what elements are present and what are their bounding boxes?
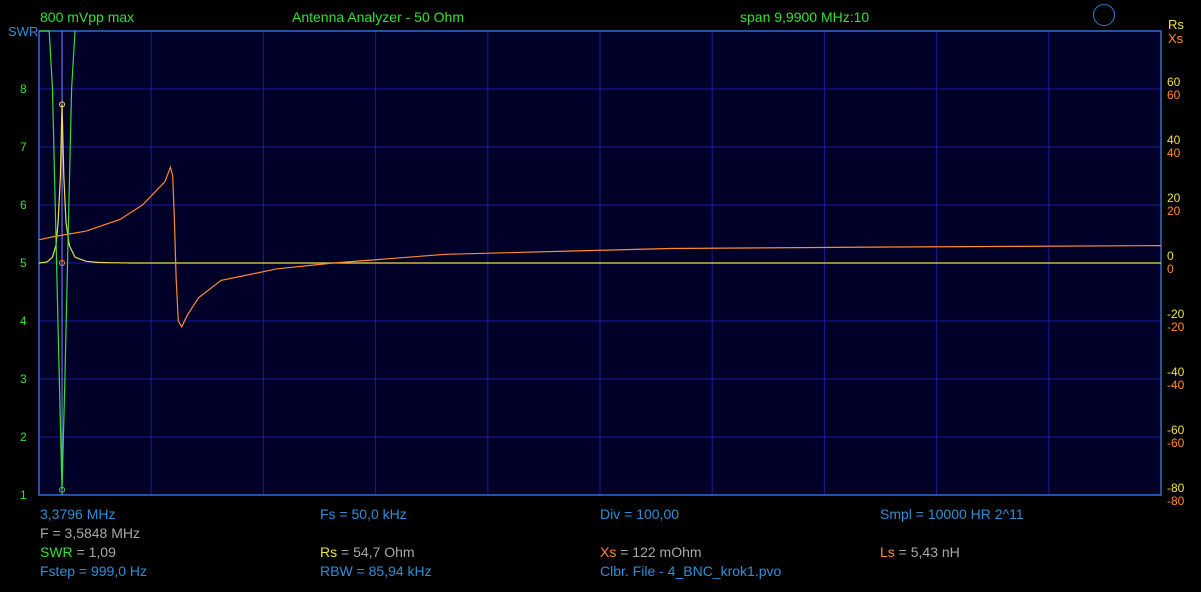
rs-tick-label: 0 [1167, 249, 1174, 263]
rs-tick-label: 60 [1167, 75, 1181, 89]
fstep-readout: Fstep = 999,0 Hz [40, 563, 148, 579]
rs-tick-label: -80 [1167, 481, 1185, 495]
swr-axis-title: SWR [8, 24, 39, 39]
rs-axis-title: Rs [1168, 17, 1184, 32]
swr-readout: SWR = 1,09 [40, 544, 116, 560]
xs-tick-label: -40 [1167, 378, 1185, 392]
xs-tick-label: -20 [1167, 320, 1185, 334]
swr-tick-label: 7 [20, 140, 27, 154]
analyzer-plot [38, 30, 1162, 496]
swr-tick-label: 1 [20, 488, 27, 502]
xs-readout: Xs = 122 mOhm [600, 544, 702, 560]
swr-tick-label: 2 [20, 430, 27, 444]
ls-readout: Ls = 5,43 nH [880, 544, 960, 560]
circle-icon[interactable] [1093, 4, 1115, 26]
xs-tick-label: 60 [1167, 88, 1181, 102]
fs-readout: Fs = 50,0 kHz [320, 506, 407, 522]
rs-tick-label: -20 [1167, 307, 1185, 321]
plot-title: Antenna Analyzer - 50 Ohm [292, 9, 464, 25]
xs-axis-title: Xs [1168, 31, 1184, 46]
xs-tick-label: 20 [1167, 204, 1181, 218]
swr-tick-label: 5 [20, 256, 27, 270]
amplitude-label: 800 mVpp max [40, 9, 135, 25]
rs-tick-label: -60 [1167, 423, 1185, 437]
xs-tick-label: 40 [1167, 146, 1181, 160]
smpl-readout: Smpl = 10000 HR 2^11 [880, 506, 1024, 522]
swr-tick-label: 8 [20, 82, 27, 96]
start-frequency: 3,3796 MHz [40, 506, 116, 522]
rs-tick-label: -40 [1167, 365, 1185, 379]
swr-tick-label: 4 [20, 314, 27, 328]
rs-tick-label: 40 [1167, 133, 1181, 147]
span-label: span 9,9900 MHz:10 [740, 9, 870, 25]
swr-tick-label: 3 [20, 372, 27, 386]
rs-tick-label: 20 [1167, 191, 1181, 205]
marker-frequency: F = 3,5848 MHz [40, 525, 140, 541]
xs-tick-label: 0 [1167, 262, 1174, 276]
calibration-file: Clbr. File - 4_BNC_krok1.pvo [600, 563, 782, 579]
rbw-readout: RBW = 85,94 kHz [320, 563, 432, 579]
div-readout: Div = 100,00 [600, 506, 680, 522]
xs-tick-label: -80 [1167, 494, 1185, 508]
xs-tick-label: -60 [1167, 436, 1185, 450]
swr-tick-label: 6 [20, 198, 27, 212]
rs-readout: Rs = 54,7 Ohm [320, 544, 415, 560]
